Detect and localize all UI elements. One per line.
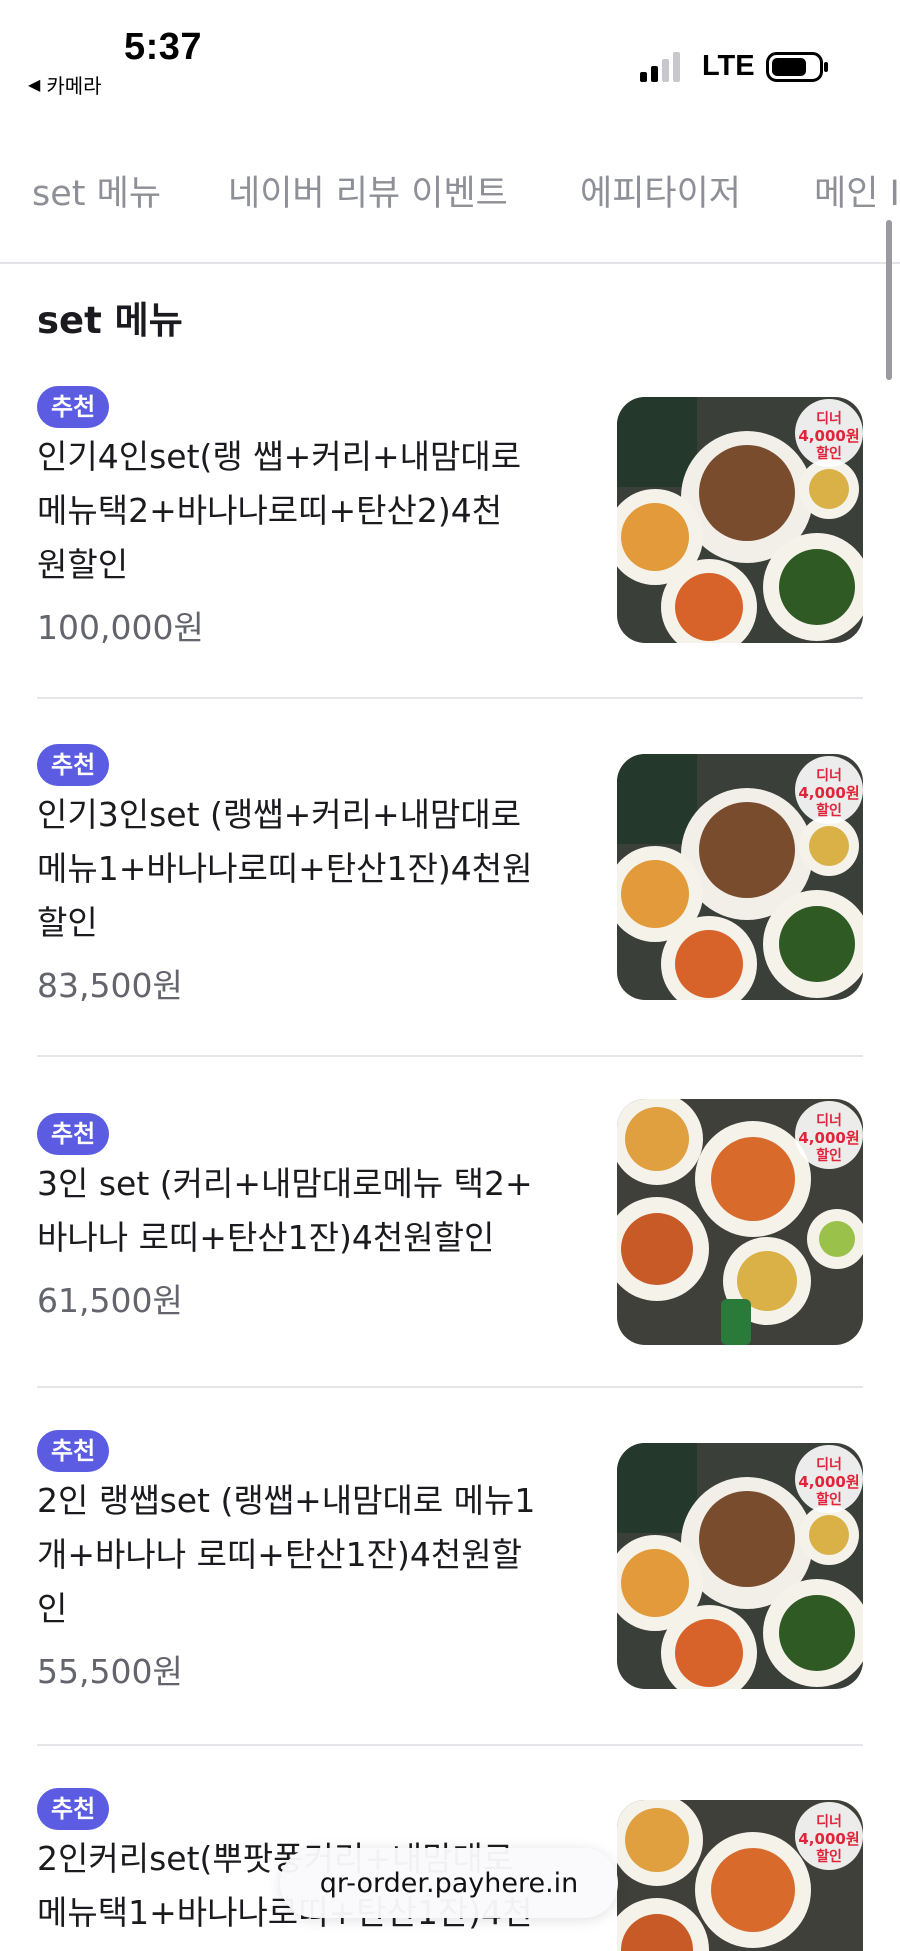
name-line: 3인 set (커리+내맘대로메뉴 택2+ xyxy=(37,1164,533,1203)
food-platter-image: 디너 4,000원 할인 xyxy=(617,754,863,1000)
section-title: set 메뉴 xyxy=(37,299,183,342)
menu-item[interactable]: 추천 인기3인set (랭쌥+커리+내맘대로 메뉴1+바나나로띠+탄산1잔)4천… xyxy=(37,744,863,1044)
cellular-signal-icon xyxy=(640,52,680,82)
divider xyxy=(37,697,863,699)
name-line: 원할인 xyxy=(37,545,129,584)
tab-main[interactable]: 메인 I xyxy=(814,174,900,214)
recommended-badge: 추천 xyxy=(37,386,110,428)
back-to-camera-button[interactable]: ◀ 카메라 xyxy=(28,70,102,99)
back-label: 카메라 xyxy=(46,74,102,98)
tag-line2: 4,000원 xyxy=(798,1830,859,1848)
tag-line3: 할인 xyxy=(816,1147,842,1164)
menu-item-price: 61,500원 xyxy=(37,1281,183,1320)
menu-item-photo[interactable]: 디너 4,000원 할인 xyxy=(617,397,863,643)
name-line: 인기4인set(랭 쌥+커리+내맘대로 xyxy=(37,437,522,476)
menu-item-name: 인기3인set (랭쌥+커리+내맘대로 메뉴1+바나나로띠+탄산1잔)4천원 할… xyxy=(37,788,577,950)
menu-item-price: 83,500원 xyxy=(37,966,183,1005)
menu-item-photo[interactable]: 디너 4,000원 할인 xyxy=(617,754,863,1000)
tag-line2: 4,000원 xyxy=(798,784,859,802)
tab-set-menu[interactable]: set 메뉴 xyxy=(32,174,161,214)
tag-line2: 4,000원 xyxy=(798,427,859,445)
address-bar[interactable]: qr-order.payhere.in xyxy=(280,1848,618,1918)
tag-line1: 디너 xyxy=(816,1457,842,1473)
food-platter-image: 디너 4,000원 할인 xyxy=(617,1800,863,1951)
battery-icon xyxy=(766,52,828,82)
menu-item-name: 인기4인set(랭 쌥+커리+내맘대로 메뉴택2+바나나로띠+탄산2)4천 원할… xyxy=(37,430,577,592)
menu-item-photo[interactable]: 디너 4,000원 할인 xyxy=(617,1443,863,1689)
recommended-badge: 추천 xyxy=(37,744,110,786)
menu-item[interactable]: 추천 2인 랭쌥set (랭쌥+내맘대로 메뉴1 개+바나나 로띠+탄산1잔)4… xyxy=(37,1430,863,1730)
menu-item-name: 2인 랭쌥set (랭쌥+내맘대로 메뉴1 개+바나나 로띠+탄산1잔)4천원할… xyxy=(37,1474,577,1636)
tag-line1: 디너 xyxy=(816,411,842,427)
menu-item-photo[interactable]: 디너 4,000원 할인 xyxy=(617,1099,863,1345)
tag-line3: 할인 xyxy=(816,1848,842,1865)
tab-appetizer[interactable]: 에피타이저 xyxy=(580,174,741,214)
recommended-badge: 추천 xyxy=(37,1430,110,1472)
name-line: 메뉴택2+바나나로띠+탄산2)4천 xyxy=(37,491,503,530)
clock-time: 5:37 xyxy=(124,26,203,68)
menu-item-name: 3인 set (커리+내맘대로메뉴 택2+ 바나나 로띠+탄산1잔)4천원할인 xyxy=(37,1157,577,1265)
menu-item[interactable]: 추천 인기4인set(랭 쌥+커리+내맘대로 메뉴택2+바나나로띠+탄산2)4천… xyxy=(37,386,863,686)
category-tabs: set 메뉴 네이버 리뷰 이벤트 에피타이저 메인 I xyxy=(0,160,900,264)
food-platter-image: 디너 4,000원 할인 xyxy=(617,397,863,643)
recommended-badge: 추천 xyxy=(37,1788,110,1830)
name-line: 2인 랭쌥set (랭쌥+내맘대로 메뉴1 xyxy=(37,1481,536,1520)
tag-line1: 디너 xyxy=(816,1814,842,1830)
name-line: 개+바나나 로띠+탄산1잔)4천원할 xyxy=(37,1535,522,1574)
network-type: LTE xyxy=(702,50,755,82)
menu-item-price: 100,000원 xyxy=(37,608,204,647)
tag-line1: 디너 xyxy=(816,1113,842,1129)
tag-line2: 4,000원 xyxy=(798,1129,859,1147)
name-line: 할인 xyxy=(37,903,98,942)
menu-item-price: 55,500원 xyxy=(37,1652,183,1691)
divider xyxy=(37,1744,863,1746)
tag-line1: 디너 xyxy=(816,768,842,784)
menu-item[interactable]: 추천 3인 set (커리+내맘대로메뉴 택2+ 바나나 로띠+탄산1잔)4천원… xyxy=(37,1099,863,1363)
divider xyxy=(37,1055,863,1057)
status-bar: 5:37 ◀ 카메라 LTE xyxy=(0,0,900,120)
food-platter-image: 디너 4,000원 할인 xyxy=(617,1443,863,1689)
recommended-badge: 추천 xyxy=(37,1113,110,1155)
url-text: qr-order.payhere.in xyxy=(319,1867,579,1899)
tag-line3: 할인 xyxy=(816,445,842,462)
name-line: 메뉴1+바나나로띠+탄산1잔)4천원 xyxy=(37,849,533,888)
food-platter-image: 디너 4,000원 할인 xyxy=(617,1099,863,1345)
name-line: 바나나 로띠+탄산1잔)4천원할인 xyxy=(37,1218,495,1257)
tag-line3: 할인 xyxy=(816,1491,842,1508)
name-line: 인기3인set (랭쌥+커리+내맘대로 xyxy=(37,795,522,834)
back-triangle-icon: ◀ xyxy=(28,75,41,94)
tag-line3: 할인 xyxy=(816,802,842,819)
menu-item-photo[interactable]: 디너 4,000원 할인 xyxy=(617,1800,863,1951)
tag-line2: 4,000원 xyxy=(798,1473,859,1491)
divider xyxy=(37,1386,863,1388)
tab-naver-review-event[interactable]: 네이버 리뷰 이벤트 xyxy=(228,174,508,214)
name-line: 인 xyxy=(37,1589,68,1628)
scrollbar-thumb[interactable] xyxy=(886,220,892,380)
